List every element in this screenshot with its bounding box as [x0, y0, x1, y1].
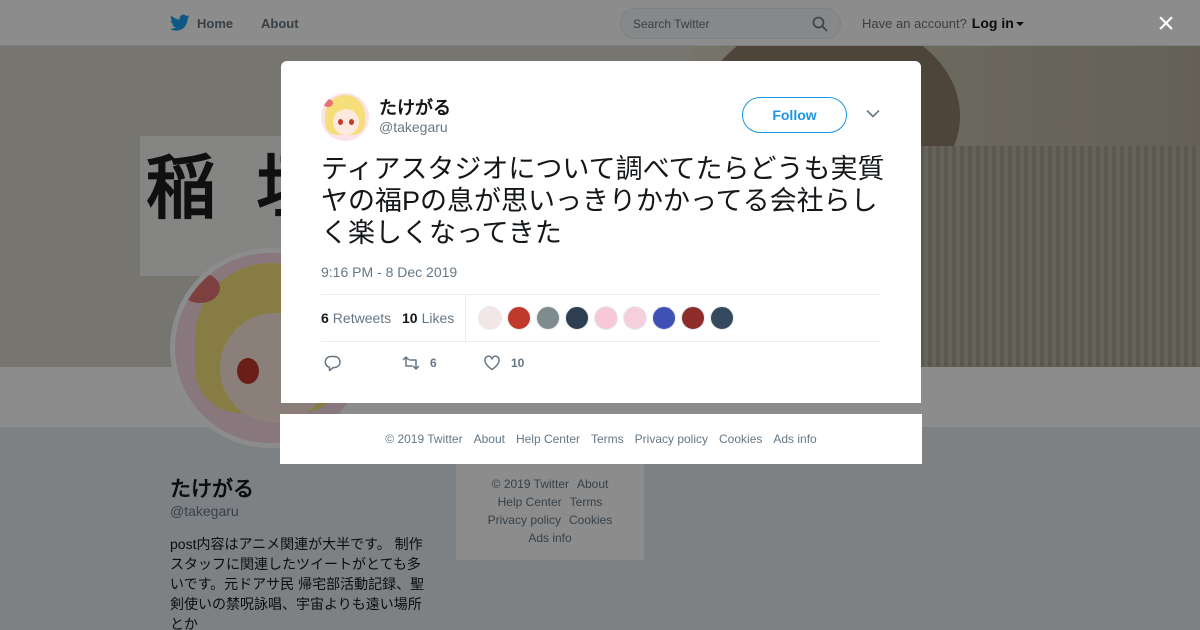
- author-avatar-face: [333, 109, 359, 135]
- likes-stat[interactable]: 10 Likes: [402, 295, 454, 341]
- liker-avatar[interactable]: [623, 306, 647, 330]
- modal-footer-about[interactable]: About: [474, 432, 505, 446]
- reply-button[interactable]: [324, 351, 352, 375]
- author-avatar-eye-left: [338, 119, 343, 125]
- modal-footer-privacy[interactable]: Privacy policy: [635, 432, 708, 446]
- retweets-label: Retweets: [332, 310, 392, 326]
- chevron-down-icon[interactable]: [866, 109, 880, 119]
- author-handle[interactable]: @takegaru: [379, 119, 448, 135]
- retweets-count: 6: [321, 310, 329, 326]
- modal-footer-cookies[interactable]: Cookies: [719, 432, 762, 446]
- modal-footer: © 2019 Twitter About Help Center Terms P…: [280, 414, 922, 464]
- liker-avatar[interactable]: [681, 306, 705, 330]
- liker-avatar[interactable]: [536, 306, 560, 330]
- close-icon[interactable]: ×: [1152, 9, 1180, 39]
- tweet-modal: たけがる @takegaru Follow ティアスタジオについて調べてたらどう…: [281, 61, 921, 403]
- tweet-stats: 6 Retweets 10 Likes: [321, 294, 881, 342]
- author-avatar[interactable]: [321, 93, 369, 141]
- liker-avatar[interactable]: [652, 306, 676, 330]
- retweet-icon: [402, 356, 420, 370]
- heart-icon: [484, 355, 500, 371]
- author-avatar-bow: [323, 99, 333, 107]
- author-avatar-eye-right: [349, 119, 354, 125]
- liker-avatar[interactable]: [710, 306, 734, 330]
- likes-label: Likes: [421, 310, 455, 326]
- modal-footer-ads[interactable]: Ads info: [773, 432, 816, 446]
- like-button[interactable]: 10: [483, 351, 524, 375]
- stats-divider: [465, 295, 466, 341]
- retweets-stat[interactable]: 6 Retweets: [321, 295, 391, 341]
- liker-avatar[interactable]: [478, 306, 502, 330]
- modal-footer-terms[interactable]: Terms: [591, 432, 624, 446]
- liker-avatar[interactable]: [507, 306, 531, 330]
- tweet-text: ティアスタジオについて調べてたらどうも実質ヤの福Pの息が思いっきりかかってる会社…: [321, 154, 885, 248]
- tweet-timestamp[interactable]: 9:16 PM - 8 Dec 2019: [321, 264, 457, 280]
- retweet-button[interactable]: 6: [402, 351, 437, 375]
- tweet-actions: 6 10: [321, 351, 721, 375]
- author-name[interactable]: たけがる: [379, 94, 451, 120]
- liker-avatars: [478, 306, 739, 330]
- like-action-count: 10: [511, 356, 525, 370]
- retweet-action-count: 6: [430, 356, 437, 370]
- modal-footer-help[interactable]: Help Center: [516, 432, 580, 446]
- liker-avatar[interactable]: [594, 306, 618, 330]
- liker-avatar[interactable]: [565, 306, 589, 330]
- likes-count: 10: [402, 310, 418, 326]
- follow-button[interactable]: Follow: [742, 97, 847, 133]
- modal-footer-copyright: © 2019 Twitter: [385, 432, 463, 446]
- reply-icon: [324, 355, 341, 372]
